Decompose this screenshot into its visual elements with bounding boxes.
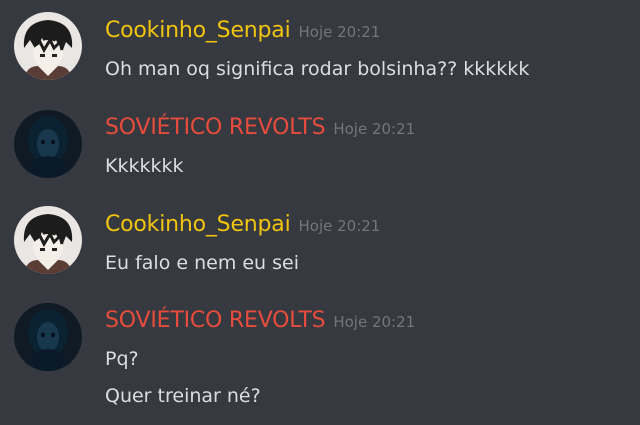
anime-boy-avatar-icon[interactable] bbox=[14, 12, 82, 80]
author-name[interactable]: Cookinho_Senpai bbox=[105, 18, 291, 43]
dark-hooded-figure-avatar-icon[interactable] bbox=[14, 303, 82, 371]
message-header: SOVIÉTICO REVOLTS Hoje 20:21 bbox=[105, 115, 415, 140]
author-name[interactable]: SOVIÉTICO REVOLTS bbox=[105, 115, 326, 140]
message-header: SOVIÉTICO REVOLTS Hoje 20:21 bbox=[105, 308, 415, 333]
message-timestamp: Hoje 20:21 bbox=[298, 23, 381, 41]
anime-boy-avatar-icon[interactable] bbox=[14, 206, 82, 274]
message-header: Cookinho_Senpai Hoje 20:21 bbox=[105, 18, 380, 43]
dark-hooded-figure-avatar-icon[interactable] bbox=[14, 110, 82, 178]
message-text: Oh man oq significa rodar bolsinha?? kkk… bbox=[105, 58, 530, 80]
author-name[interactable]: Cookinho_Senpai bbox=[105, 212, 291, 237]
message-timestamp: Hoje 20:21 bbox=[333, 120, 416, 138]
message-text: Quer treinar né? bbox=[105, 385, 261, 407]
message-header: Cookinho_Senpai Hoje 20:21 bbox=[105, 212, 380, 237]
message-text: Kkkkkkk bbox=[105, 155, 184, 177]
author-name[interactable]: SOVIÉTICO REVOLTS bbox=[105, 308, 326, 333]
message-text: Eu falo e nem eu sei bbox=[105, 252, 300, 274]
chat-message-list: Cookinho_Senpai Hoje 20:21 Oh man oq sign… bbox=[0, 0, 640, 425]
message-timestamp: Hoje 20:21 bbox=[333, 313, 416, 331]
message-text: Pq? bbox=[105, 348, 139, 370]
message-timestamp: Hoje 20:21 bbox=[298, 217, 381, 235]
